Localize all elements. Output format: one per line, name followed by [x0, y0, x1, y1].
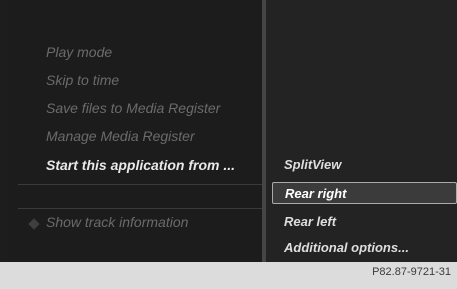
menu-item-manage-media-register[interactable]: Manage Media Register — [46, 128, 195, 144]
menu-item-start-application[interactable]: Start this application from ... — [46, 157, 235, 173]
menu-separator — [18, 208, 262, 209]
submenu-pane: SplitView Rear right Rear left Additiona… — [266, 0, 457, 262]
menu-item-save-files[interactable]: Save files to Media Register — [46, 100, 220, 116]
main-menu-pane: Play mode Skip to time Save files to Med… — [8, 0, 262, 262]
menu-separator — [18, 184, 262, 185]
menu-item-show-track-info[interactable]: Show track information — [46, 214, 188, 230]
display-screen: Play mode Skip to time Save files to Med… — [0, 0, 457, 262]
menu-item-play-mode[interactable]: Play mode — [46, 44, 112, 60]
menu-item-skip-to-time[interactable]: Skip to time — [46, 72, 119, 88]
diamond-bullet-icon — [28, 218, 40, 230]
image-caption: P82.87-9721-31 — [372, 266, 451, 278]
submenu-item-splitview[interactable]: SplitView — [284, 157, 341, 172]
submenu-item-rear-left[interactable]: Rear left — [284, 214, 336, 229]
submenu-item-additional-options[interactable]: Additional options... — [284, 240, 409, 255]
submenu-item-rear-right[interactable]: Rear right — [272, 182, 457, 204]
